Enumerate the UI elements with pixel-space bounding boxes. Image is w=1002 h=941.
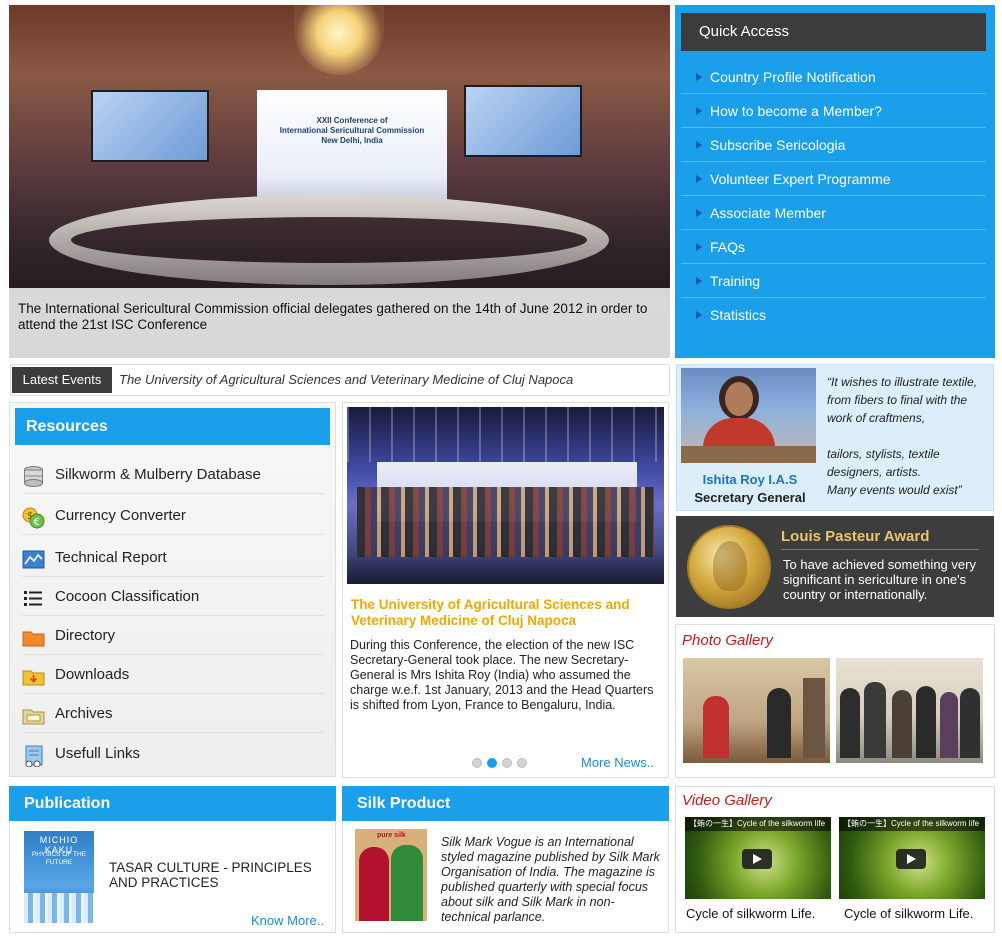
secretary-photo [681,368,816,463]
secretary-role: Secretary General [694,490,806,505]
know-more-link[interactable]: Know More.. [251,913,324,928]
silk-brand: pure silk [377,832,406,839]
latest-events-ticker-link[interactable]: The University of Agricultural Sciences … [119,372,573,387]
quick-access-title: Quick Access [681,13,986,51]
play-icon [896,849,926,869]
video-title-bar: 【蛕の一生】Cycle of the silkworm life [839,817,985,831]
news-headline-link[interactable]: The University of Agricultural Sciences … [351,597,663,629]
silk-product-title: Silk Product [342,786,669,821]
silk-magazine-cover[interactable]: pure silk [355,829,427,921]
quick-access-item-associate[interactable]: Associate Member [681,196,986,230]
quick-access-item-label: How to become a Member? [710,103,882,119]
archive-icon [22,703,45,725]
slide-indicator-2[interactable] [487,758,497,768]
news-photo[interactable] [347,407,664,584]
arrow-icon [696,141,702,149]
arrow-icon [696,243,702,251]
secretary-name: Ishita Roy I.A.S [702,472,798,487]
quick-access-item-label: Statistics [710,307,767,323]
resource-link-silkworm-database[interactable]: Silkworm & Mulberry Database [22,455,323,494]
arrow-icon [696,311,702,319]
video-gallery-title: Video Gallery [682,792,772,809]
list-icon [22,586,45,608]
quick-access-item-subscribe[interactable]: Subscribe Sericologia [681,128,986,162]
downloads-folder-icon [22,664,45,686]
resource-link-archives[interactable]: Archives [22,694,323,733]
projection-screen-right [464,85,582,157]
folder-icon [22,625,45,647]
video-caption-2[interactable]: Cycle of silkworm Life. [844,906,973,921]
backdrop-line-2: International Sericultural Commission [279,126,425,135]
links-icon [22,743,45,768]
gallery-photo-2[interactable] [836,658,983,763]
quick-access-item-label: Country Profile Notification [710,69,876,85]
publication-book-cover[interactable]: MICHIO KAKU PHYSICS OF THE FUTURE [24,831,94,923]
arrow-icon [696,277,702,285]
resource-label: Currency Converter [55,507,186,524]
resource-label: Cocoon Classification [55,588,200,605]
arrow-icon [696,107,702,115]
resource-link-technical-report[interactable]: Technical Report [22,538,323,577]
news-body: During this Conference, the election of … [350,638,654,712]
svg-text:€: € [34,517,40,528]
book-title: PHYSICS OF THE FUTURE [31,851,87,866]
award-title: Louis Pasteur Award [781,528,979,550]
video-caption-1[interactable]: Cycle of silkworm Life. [686,906,815,921]
report-icon [22,547,45,569]
quick-access-item-label: FAQs [710,239,746,255]
quick-access-item-label: Training [710,273,761,289]
video-title-bar: 【蛕の一生】Cycle of the silkworm life [685,817,831,831]
photo-gallery-title: Photo Gallery [682,632,773,649]
resource-link-downloads[interactable]: Downloads [22,655,323,694]
resource-label: Archives [55,705,113,722]
more-news-link[interactable]: More News.. [581,755,654,770]
resource-label: Downloads [55,666,130,683]
projection-screen-left [91,90,209,162]
resource-link-cocoon-classification[interactable]: Cocoon Classification [22,577,323,616]
quick-access-item-training[interactable]: Training [681,264,986,298]
quick-access-item-label: Associate Member [710,205,826,221]
backdrop-line-3: New Delhi, India [321,136,383,145]
hero-caption: The International Sericultural Commissio… [18,301,648,332]
award-text: To have achieved something very signific… [783,557,976,602]
publication-title: Publication [9,786,336,821]
resource-label: Technical Report [55,549,167,566]
secretary-quote: “It wishes to illustrate textile, from f… [827,375,978,497]
quick-access-item-faqs[interactable]: FAQs [681,230,986,264]
delegates-image [9,175,670,295]
slide-indicator-3[interactable] [502,758,512,768]
video-thumbnail-2[interactable]: 【蛕の一生】Cycle of the silkworm life [839,817,985,899]
play-icon [742,849,772,869]
slide-indicator-1[interactable] [472,758,482,768]
arrow-icon [696,209,702,217]
resource-label: Usefull Links [55,745,141,762]
resource-label: Directory [55,627,116,644]
quick-access-item-label: Subscribe Sericologia [710,137,846,153]
resource-label: Silkworm & Mulberry Database [55,466,261,483]
chandelier-image [294,5,384,75]
backdrop-line-1: XXII Conference of [316,116,388,125]
latest-events-label: Latest Events [12,367,112,393]
publication-text: TASAR CULTURE - PRINCIPLES AND PRACTICES [109,860,312,890]
quick-access-item-become-member[interactable]: How to become a Member? [681,94,986,128]
silk-product-text: Silk Mark Vogue is an International styl… [441,835,660,924]
currency-icon: $ € [22,505,45,529]
video-thumbnail-1[interactable]: 【蛕の一生】Cycle of the silkworm life [685,817,831,899]
database-icon [22,464,45,487]
resource-link-useful-links[interactable]: Usefull Links [22,734,323,773]
slide-indicator-4[interactable] [517,758,527,768]
gallery-photo-1[interactable] [683,658,830,763]
quick-access-item-country-profile[interactable]: Country Profile Notification [681,60,986,94]
quick-access-item-statistics[interactable]: Statistics [681,298,986,332]
medal-icon [687,525,771,609]
quick-access-item-volunteer[interactable]: Volunteer Expert Programme [681,162,986,196]
quick-access-item-label: Volunteer Expert Programme [710,171,891,187]
resource-link-directory[interactable]: Directory [22,616,323,655]
arrow-icon [696,175,702,183]
arrow-icon [696,73,702,81]
resources-title: Resources [15,408,330,445]
resource-link-currency-converter[interactable]: $ € Currency Converter [22,496,323,535]
